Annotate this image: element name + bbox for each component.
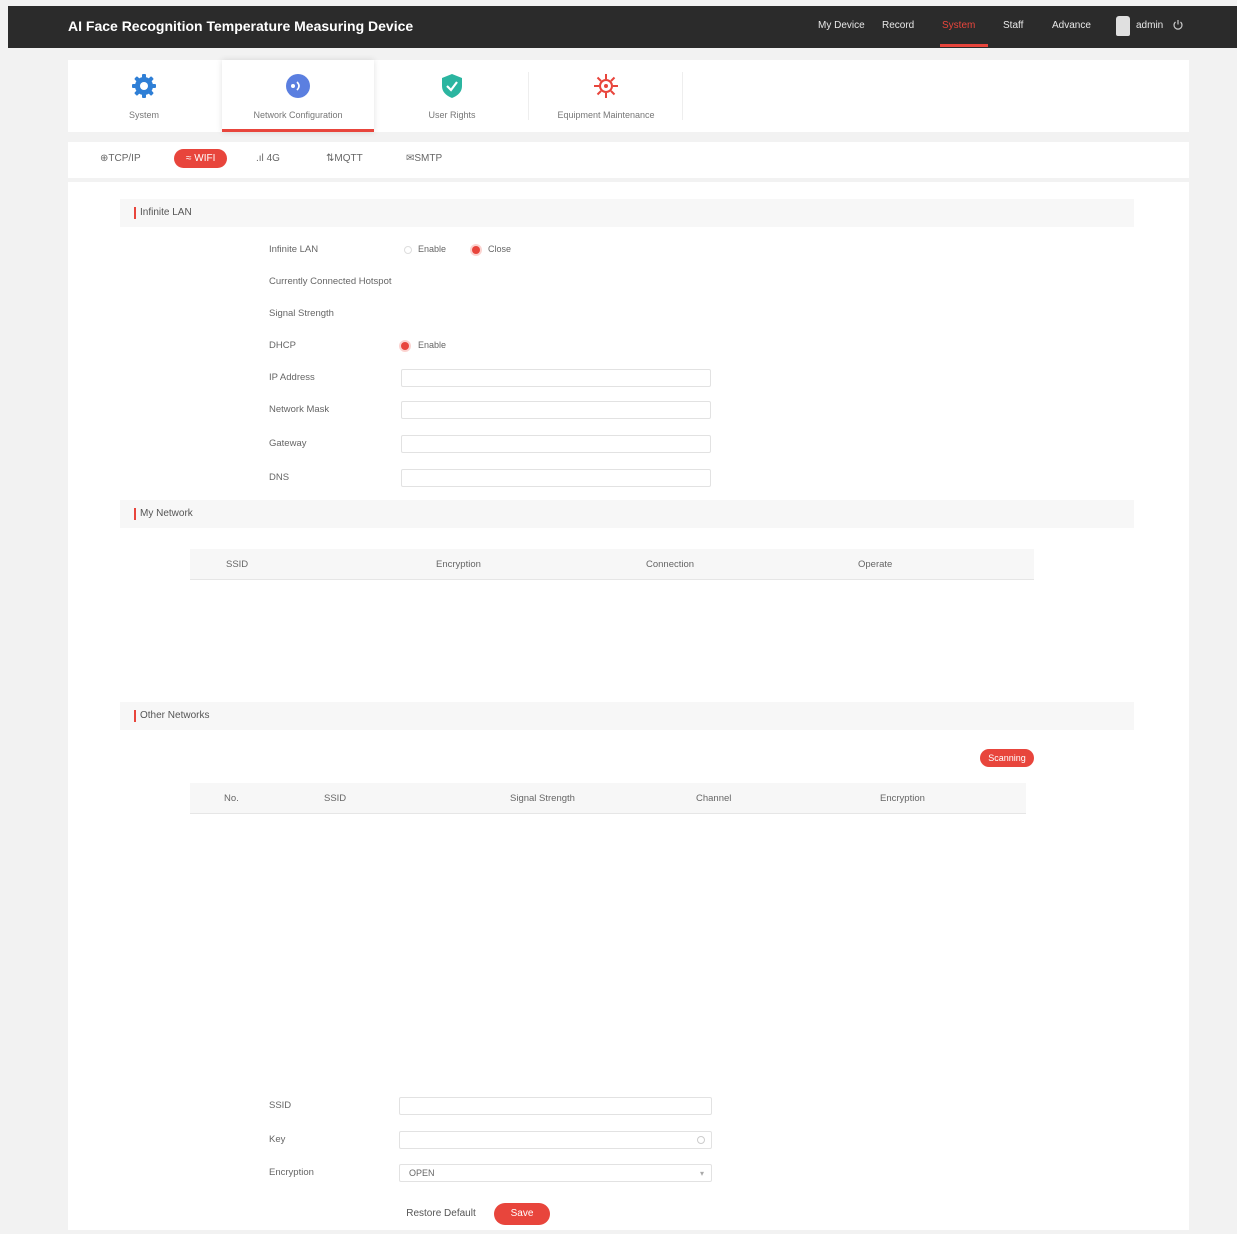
app-title: AI Face Recognition Temperature Measurin… [68,18,414,34]
tab-divider [682,72,683,120]
dhcp-enable-label[interactable]: Enable [418,340,446,350]
save-button[interactable]: Save [494,1203,550,1225]
section-title: My Network [140,508,193,519]
chevron-down-icon: ▾ [699,1169,704,1178]
network-icon [286,74,310,98]
wlan-enable-label[interactable]: Enable [418,244,446,254]
restore-default-button[interactable]: Restore Default [401,1203,481,1225]
ip-address-input[interactable] [401,369,711,387]
gateway-label: Gateway [269,438,307,449]
active-tab-indicator [222,129,374,132]
dhcp-enable-radio[interactable] [401,342,409,350]
hotspot-label: Currently Connected Hotspot [269,276,392,287]
nav-advance[interactable]: Advance [1052,20,1091,31]
gear-icon [132,74,156,98]
key-label: Key [269,1134,286,1145]
module-tab-label: User Rights [428,110,476,120]
signal-strength-label: Signal Strength [269,308,334,319]
subtab-label: WIFI [194,153,216,164]
section-marker [134,710,136,722]
user-avatar-icon[interactable] [1116,16,1130,36]
encryption-value: OPEN [409,1168,435,1178]
nav-record[interactable]: Record [882,20,914,31]
column-header: Operate [858,559,893,570]
module-tab-network-configuration[interactable]: Network Configuration [222,60,374,132]
dns-label: DNS [269,472,290,483]
column-header: Signal Strength [510,793,575,804]
subtab-wifi[interactable]: ≈ WIFI [174,149,228,168]
subtab-label: TCP/IP [108,153,141,164]
shield-check-icon [442,74,462,98]
other-networks-table-header: No. SSID Signal Strength Channel Encrypt… [190,783,1026,814]
gateway-input[interactable] [401,435,711,453]
column-header: Channel [696,793,732,804]
column-header: Encryption [880,793,925,804]
ip-address-label: IP Address [269,372,315,383]
ssid-label: SSID [269,1100,292,1111]
subtab-4g[interactable]: .ıl 4G [256,153,280,164]
maintenance-icon [594,74,618,98]
subtab-label: SMTP [414,153,443,164]
key-input[interactable] [399,1131,712,1149]
wlan-close-label[interactable]: Close [488,244,511,254]
column-header: No. [224,793,239,804]
module-tabs: System Network Configuration User Rights [68,60,1189,132]
ssid-input[interactable] [399,1097,712,1115]
network-mask-input[interactable] [401,401,711,419]
subtab-label: 4G [266,153,280,164]
module-tab-label: Network Configuration [253,110,343,120]
section-marker [134,508,136,520]
encryption-label: Encryption [269,1167,314,1178]
module-tab-user-rights[interactable]: User Rights [376,60,528,132]
power-icon[interactable] [1172,19,1184,31]
nav-active-indicator [940,44,988,47]
subtab-label: MQTT [334,153,363,164]
section-title: Infinite LAN [140,207,192,218]
section-header-wlan: Infinite LAN [120,199,1134,227]
encryption-select[interactable]: OPEN ▾ [399,1164,712,1182]
dns-input[interactable] [401,469,711,487]
network-subtabs: ⊕TCP/IP ≈ WIFI .ıl 4G ⇅MQTT ✉SMTP [68,142,1189,178]
column-header: Connection [646,559,695,570]
dhcp-label: DHCP [269,340,296,351]
module-tab-label: Equipment Maintenance [557,110,655,120]
subtab-tcpip[interactable]: ⊕TCP/IP [100,153,141,164]
show-password-icon[interactable] [697,1136,705,1144]
nav-staff[interactable]: Staff [1003,20,1023,31]
tab-divider [528,72,529,120]
network-mask-label: Network Mask [269,404,330,415]
my-network-table-header: SSID Encryption Connection Operate [190,549,1034,580]
wifi-settings-panel: Infinite LAN Infinite LAN Enable Close C… [68,182,1189,1230]
column-header: SSID [226,559,249,570]
section-marker [134,207,136,219]
section-header-other-networks: Other Networks [120,702,1134,730]
module-tab-system[interactable]: System [68,60,220,132]
nav-my-device[interactable]: My Device [818,20,865,31]
column-header: SSID [324,793,347,804]
subtab-mqtt[interactable]: ⇅MQTT [326,153,363,164]
module-tab-equipment-maintenance[interactable]: Equipment Maintenance [530,60,682,132]
top-bar: AI Face Recognition Temperature Measurin… [8,6,1237,48]
nav-system[interactable]: System [942,20,975,31]
wlan-enable-radio[interactable] [404,246,412,254]
section-header-my-network: My Network [120,500,1134,528]
wlan-label: Infinite LAN [269,244,319,255]
subtab-smtp[interactable]: ✉SMTP [406,153,442,164]
column-header: Encryption [436,559,481,570]
module-tab-label: System [128,110,159,120]
scan-button[interactable]: Scanning [980,749,1034,767]
user-name[interactable]: admin [1136,20,1163,31]
wlan-close-radio[interactable] [472,246,480,254]
section-title: Other Networks [140,710,210,721]
